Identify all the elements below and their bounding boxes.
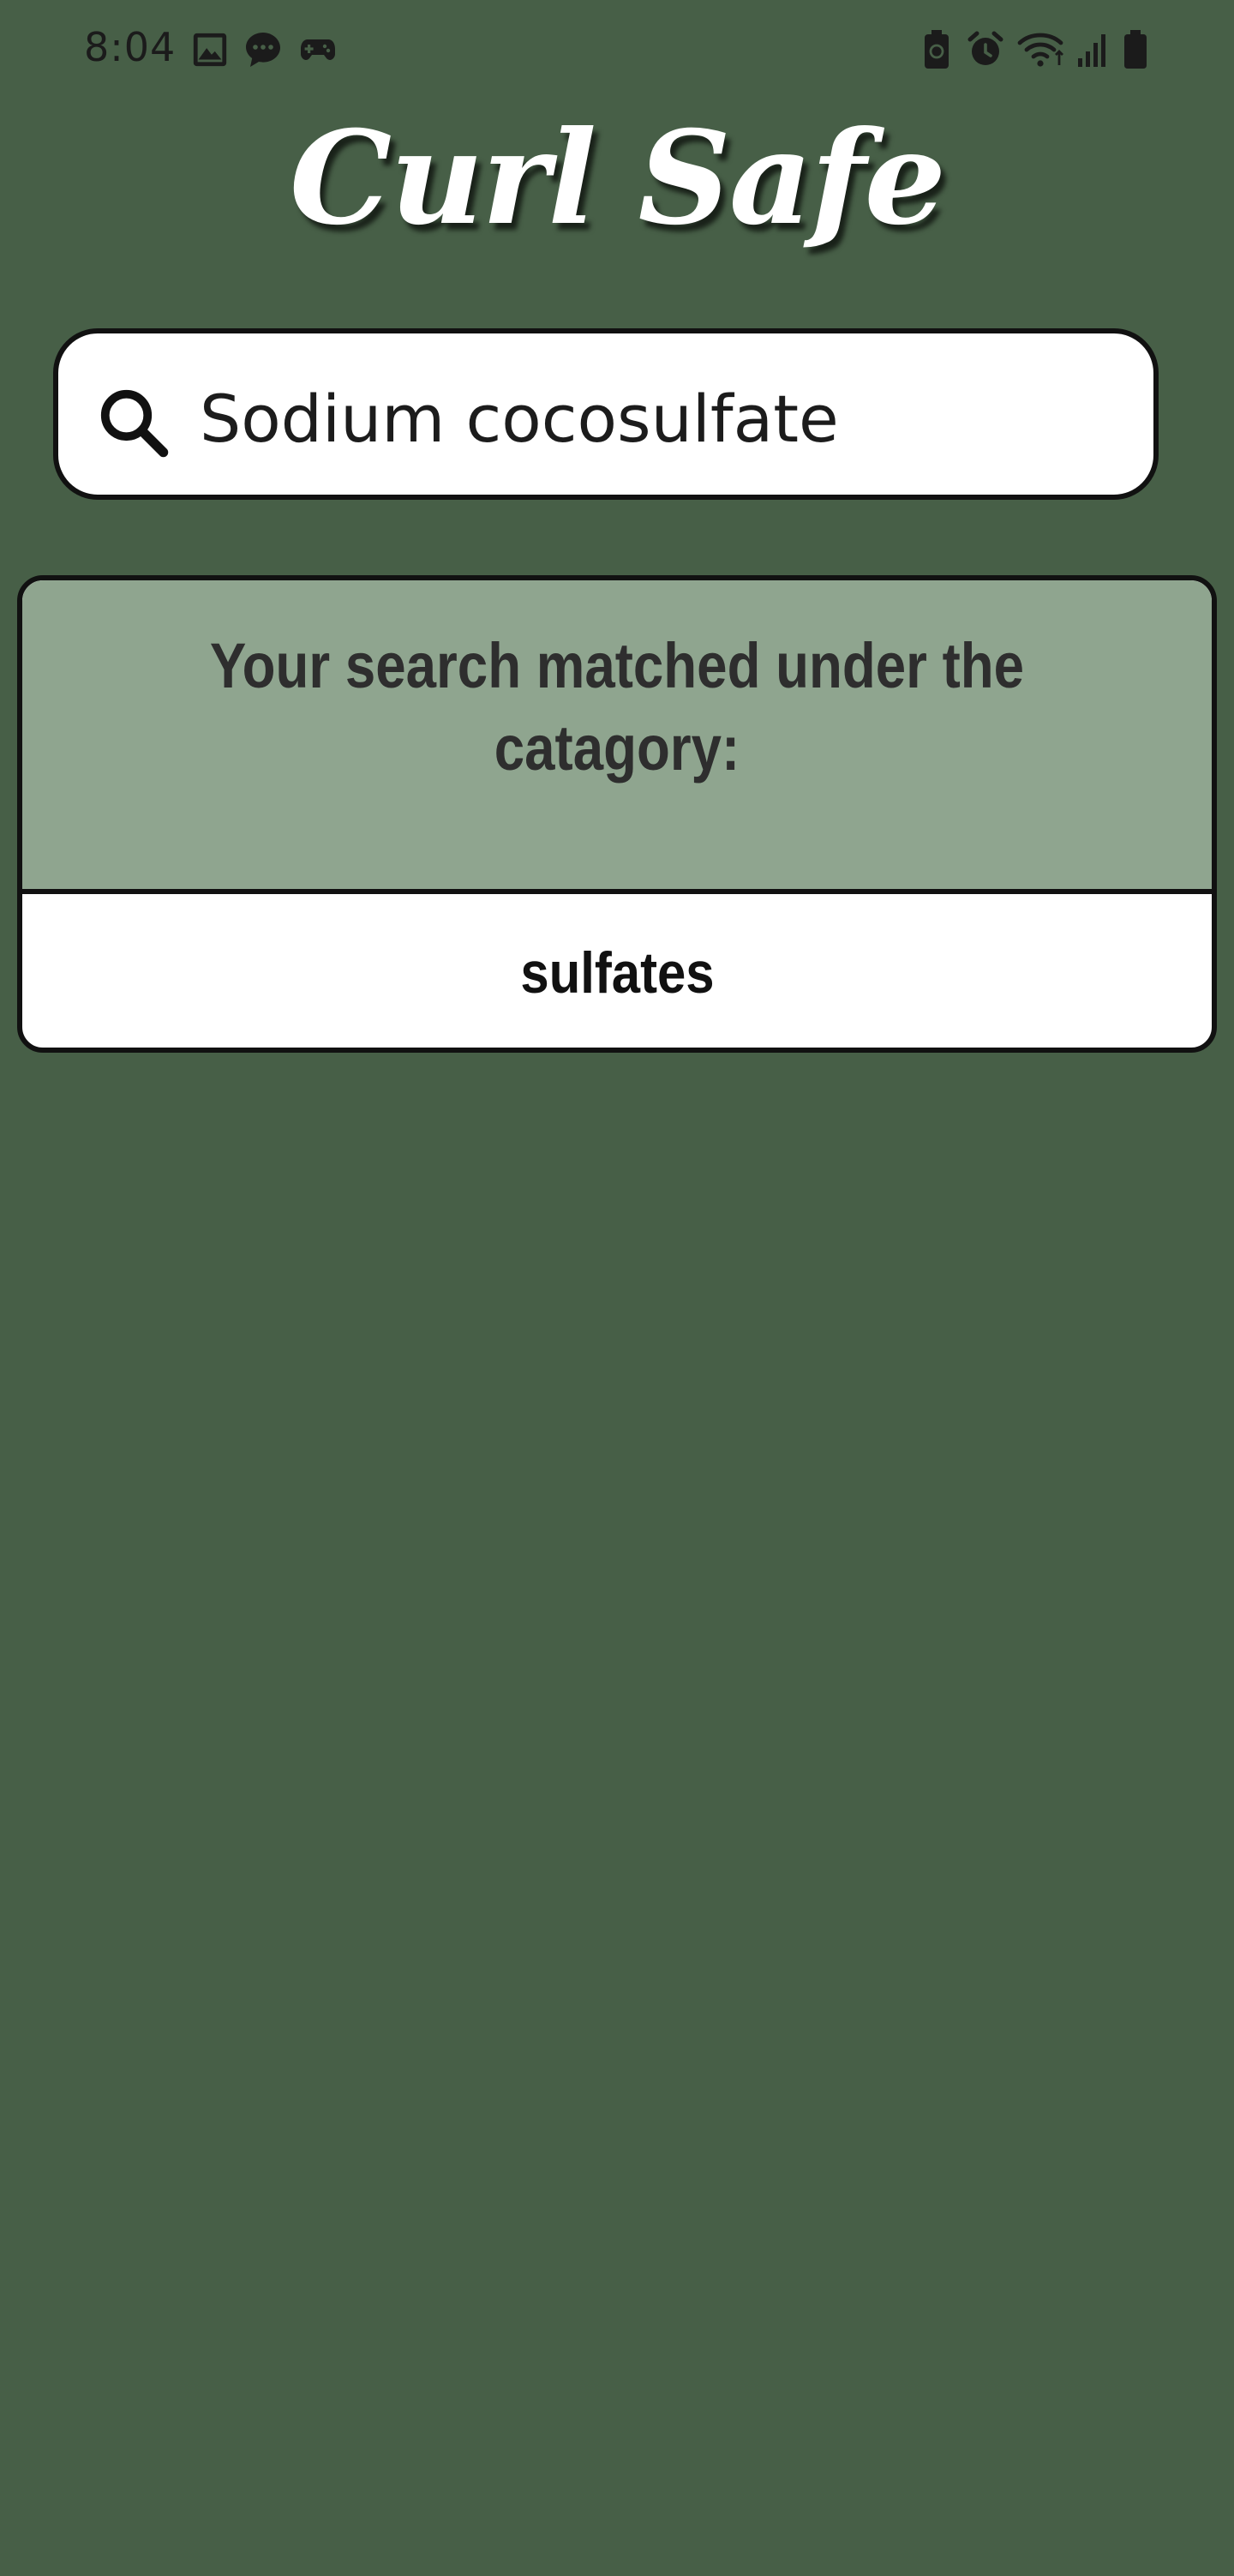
result-message: Your search matched under the catagory: (209, 630, 1025, 784)
search-icon[interactable] (94, 383, 171, 460)
gallery-icon (193, 33, 227, 67)
search-value[interactable]: Sodium cocosulfate (200, 381, 839, 458)
battery-saver-icon (925, 30, 949, 69)
search-input[interactable]: Sodium cocosulfate (53, 328, 1159, 500)
result-header: Your search matched under the catagory: (22, 580, 1212, 894)
battery-icon (1124, 30, 1147, 69)
result-category-label: sulfates (519, 940, 715, 1006)
chat-icon (246, 33, 280, 67)
game-controller-icon (301, 39, 335, 60)
wifi-icon (1017, 33, 1063, 67)
status-time: 8:04 (84, 24, 177, 70)
result-category[interactable]: sulfates (22, 898, 1212, 1048)
status-bar: 8:04 (0, 0, 1234, 103)
app-title: Curl Safe (289, 103, 946, 254)
signal-icon (1078, 34, 1105, 67)
result-card: Your search matched under the catagory: … (17, 575, 1217, 1053)
alarm-icon (967, 31, 1003, 65)
